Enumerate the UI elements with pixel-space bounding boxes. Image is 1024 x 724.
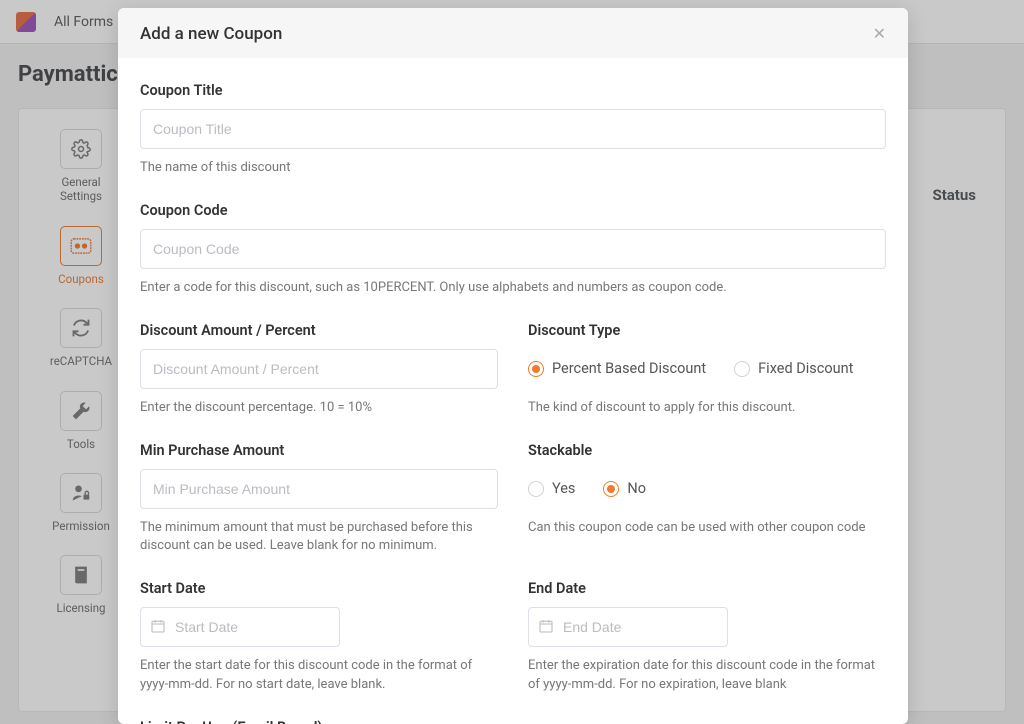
calendar-icon — [150, 618, 166, 638]
stackable-yes-radio[interactable]: Yes — [528, 480, 575, 497]
discount-amount-help: Enter the discount percentage. 10 = 10% — [140, 399, 498, 418]
stackable-label: Stackable — [528, 442, 886, 459]
radio-label: Percent Based Discount — [552, 360, 706, 377]
coupon-code-help: Enter a code for this discount, such as … — [140, 279, 886, 298]
radio-label: No — [627, 480, 646, 497]
modal-header: Add a new Coupon ✕ — [118, 8, 908, 58]
calendar-icon — [538, 618, 554, 638]
end-date-label: End Date — [528, 580, 886, 597]
coupon-title-help: The name of this discount — [140, 159, 886, 178]
modal-body: Coupon Title The name of this discount C… — [118, 58, 908, 724]
stackable-no-radio[interactable]: No — [603, 480, 646, 497]
radio-icon — [528, 361, 544, 377]
discount-amount-input[interactable] — [140, 349, 498, 389]
add-coupon-modal: Add a new Coupon ✕ Coupon Title The name… — [118, 8, 908, 724]
start-date-input[interactable] — [140, 607, 340, 647]
coupon-code-input[interactable] — [140, 229, 886, 269]
discount-type-help: The kind of discount to apply for this d… — [528, 399, 886, 418]
min-purchase-input[interactable] — [140, 469, 498, 509]
radio-icon — [734, 361, 750, 377]
min-purchase-label: Min Purchase Amount — [140, 442, 498, 459]
modal-title: Add a new Coupon — [140, 24, 282, 44]
radio-label: Fixed Discount — [758, 360, 853, 377]
discount-amount-label: Discount Amount / Percent — [140, 322, 498, 339]
stackable-help: Can this coupon code can be used with ot… — [528, 519, 886, 538]
end-date-input[interactable] — [528, 607, 728, 647]
discount-type-label: Discount Type — [528, 322, 886, 339]
radio-label: Yes — [552, 480, 575, 497]
radio-icon — [528, 481, 544, 497]
limit-per-user-label: Limit Per User(Email Based) — [140, 719, 886, 724]
modal-overlay: Add a new Coupon ✕ Coupon Title The name… — [0, 0, 1024, 724]
end-date-help: Enter the expiration date for this disco… — [528, 657, 886, 695]
close-icon[interactable]: ✕ — [873, 26, 886, 42]
coupon-title-input[interactable] — [140, 109, 886, 149]
coupon-code-label: Coupon Code — [140, 202, 886, 219]
discount-type-percent-radio[interactable]: Percent Based Discount — [528, 360, 706, 377]
min-purchase-help: The minimum amount that must be purchase… — [140, 519, 498, 557]
radio-icon — [603, 481, 619, 497]
start-date-label: Start Date — [140, 580, 498, 597]
coupon-title-label: Coupon Title — [140, 82, 886, 99]
discount-type-fixed-radio[interactable]: Fixed Discount — [734, 360, 853, 377]
start-date-help: Enter the start date for this discount c… — [140, 657, 498, 695]
